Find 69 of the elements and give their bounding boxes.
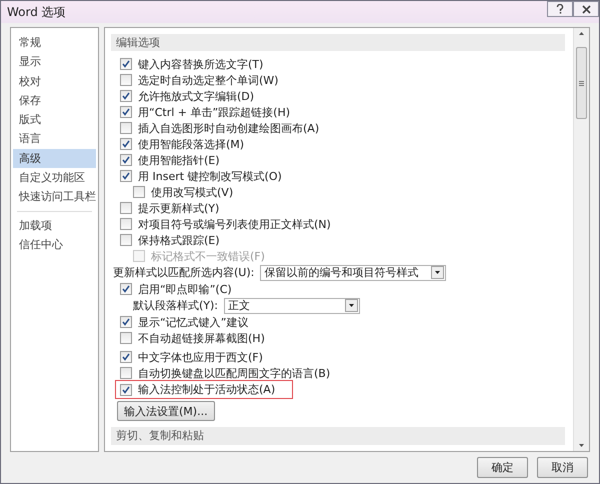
option-label: 对项目符号或编号列表使用正文样式(N) <box>138 216 331 232</box>
option-label: 中文字体也应用于西文(F) <box>138 350 263 364</box>
ime-settings-button[interactable]: 输入法设置(M)... <box>117 401 215 421</box>
checkbox[interactable] <box>120 351 132 363</box>
help-button[interactable] <box>547 1 573 17</box>
scrollbar[interactable] <box>573 28 589 451</box>
category-item[interactable]: 快速访问工具栏 <box>13 187 96 207</box>
select-label: 默认段落样式(Y): <box>133 298 218 313</box>
category-item[interactable]: 语言 <box>13 129 96 149</box>
dialog-button[interactable]: 取消 <box>537 457 588 478</box>
checkbox[interactable] <box>120 154 132 166</box>
checkbox[interactable] <box>120 218 132 230</box>
option-label: 自动切换键盘以匹配周围文字的语言(B) <box>138 366 330 380</box>
help-icon <box>556 4 564 14</box>
grip-icon <box>579 80 584 86</box>
category-item[interactable]: 显示 <box>13 52 96 72</box>
checkbox[interactable] <box>120 283 132 295</box>
checkbox[interactable] <box>120 234 132 246</box>
dropdown-arrow-icon <box>349 304 354 307</box>
category-item[interactable]: 版式 <box>13 110 96 130</box>
category-item[interactable]: 信任中心 <box>13 234 96 254</box>
dropdown[interactable]: 保留以前的编号和项目符号样式 <box>260 264 446 280</box>
option-label: 用 Insert 键控制改写模式(O) <box>138 168 282 184</box>
checkbox[interactable] <box>120 170 132 182</box>
category-item[interactable]: 常规 <box>13 33 96 52</box>
select-label: 更新样式以匹配所选内容(U): <box>113 265 254 280</box>
option-label: 标记格式不一致错误(F) <box>151 248 265 264</box>
dropdown[interactable]: 正文 <box>224 298 360 314</box>
option-label: 不自动超链接屏幕截图(H) <box>138 330 265 346</box>
checkbox[interactable] <box>120 58 132 70</box>
dialog-button[interactable]: 确定 <box>477 457 528 478</box>
checkbox[interactable] <box>120 384 132 396</box>
category-item[interactable]: 校对 <box>13 72 96 91</box>
category-item[interactable]: 高级 <box>13 148 96 168</box>
section-header: 剪切、复制和粘贴 <box>111 427 565 445</box>
option-label: 插入自选图形时自动创建绘图画布(A) <box>138 120 320 136</box>
checkbox[interactable] <box>120 90 132 102</box>
option-label: 用“Ctrl + 单击”跟踪超链接(H) <box>138 104 290 120</box>
option-label: 保持格式跟踪(E) <box>138 232 220 248</box>
category-item[interactable]: 自定义功能区 <box>13 168 96 188</box>
option-label: 选定时自动选定整个单词(W) <box>138 72 278 88</box>
close-icon <box>582 4 590 14</box>
dropdown-arrow-icon <box>435 271 440 274</box>
option-label: 输入法控制处于活动状态(A) <box>138 382 276 397</box>
option-label: 使用改写模式(V) <box>151 184 234 200</box>
scroll-up-icon[interactable] <box>579 32 584 35</box>
category-item[interactable]: 加载项 <box>13 216 96 235</box>
checkbox[interactable] <box>120 106 132 118</box>
checkbox[interactable] <box>120 316 132 328</box>
option-label: 使用智能指针(E) <box>138 152 220 168</box>
category-item[interactable]: 保存 <box>13 90 96 110</box>
checkbox[interactable] <box>120 332 132 344</box>
option-label: 允许拖放式文字编辑(D) <box>138 88 254 104</box>
checkbox[interactable] <box>133 186 145 198</box>
option-label: 显示“记忆式键入”建议 <box>138 314 248 330</box>
scroll-thumb[interactable] <box>576 47 587 119</box>
option-label: 启用“即点即输”(C) <box>138 282 232 296</box>
option-label: 提示更新样式(Y) <box>138 200 220 216</box>
close-button[interactable] <box>573 1 599 17</box>
checkbox[interactable] <box>120 202 132 214</box>
checkbox[interactable] <box>120 74 132 86</box>
option-label: 键入内容替换所选文字(T) <box>138 56 264 72</box>
checkbox[interactable] <box>120 138 132 150</box>
scroll-down-icon[interactable] <box>579 444 584 447</box>
section-header: 编辑选项 <box>111 34 565 51</box>
checkbox[interactable] <box>120 122 132 134</box>
checkbox[interactable] <box>120 367 132 379</box>
option-label: 使用智能段落选择(M) <box>138 136 244 152</box>
window-title: Word 选项 <box>7 4 66 20</box>
